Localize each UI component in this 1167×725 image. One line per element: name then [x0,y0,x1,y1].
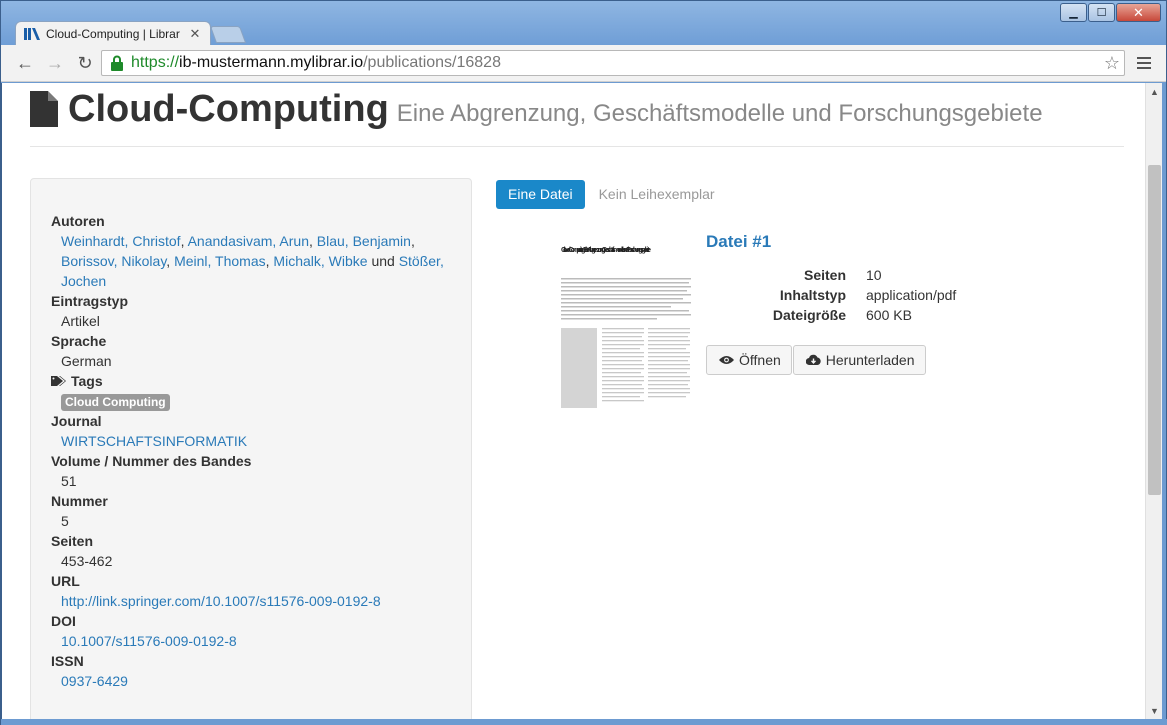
file-type-value: application/pdf [866,287,957,303]
details-panel: Autoren Weinhardt, Christof, Anandasivam… [30,178,472,719]
forward-arrow-icon[interactable]: → [43,52,67,74]
tag-badge[interactable]: Cloud Computing [61,394,170,411]
url-scheme: https:// [131,54,180,71]
librar-favicon-icon [24,27,40,41]
authors-label: Autoren [51,213,105,229]
url-link[interactable]: http://link.springer.com/10.1007/s11576-… [61,593,381,609]
lock-icon [111,55,123,71]
tags-label: Tags [71,373,103,389]
close-window-button[interactable]: ✕ [1116,3,1161,22]
number-value: 5 [61,513,69,529]
author-link[interactable]: Blau, Benjamin [317,233,411,249]
browser-menu-icon[interactable] [1134,53,1154,73]
pages-value: 453-462 [61,553,113,569]
browser-tab[interactable]: Cloud-Computing | Librar ✕ [15,21,211,46]
tab-files[interactable]: Eine Datei [496,180,585,209]
document-thumbnail[interactable]: Cloud-Computing – Eine Abgrenzung, Gesch… [558,238,698,428]
url-path: /publications/16828 [363,54,501,71]
scrollbar-thumb[interactable] [1148,165,1161,495]
url-value: http://link.springer.com/10.1007/s11576-… [51,591,451,611]
volume-value: 51 [61,473,77,489]
issn-label: ISSN [51,653,84,669]
tab-title: Cloud-Computing | Librar [46,27,180,41]
tab-close-icon[interactable]: ✕ [188,26,202,42]
author-link[interactable]: Borissov, Nikolay [61,253,166,269]
author-link[interactable]: Anandasivam, Arun [188,233,309,249]
browser-window: Cloud-Computing | Librar ✕ ▁ ☐ ✕ ← → ↻ h… [0,0,1167,725]
eye-icon [719,356,734,364]
open-label: Öffnen [739,352,781,368]
number-label: Nummer [51,493,108,509]
window-bottom-frame [1,719,1167,725]
doi-label: DOI [51,613,76,629]
journal-label: Journal [51,413,102,429]
address-bar[interactable]: https://ib-mustermann.mylibrar.io/public… [101,50,1125,76]
file-icon [30,91,58,127]
journal-link[interactable]: WIRTSCHAFTSINFORMATIK [61,433,247,449]
doi-link[interactable]: 10.1007/s11576-009-0192-8 [61,633,237,649]
browser-toolbar: ← → ↻ https://ib-mustermann.mylibrar.io /… [1,45,1166,82]
file-pages-label: Seiten [803,267,846,283]
download-button[interactable]: Herunterladen [792,345,926,375]
bookmark-star-icon[interactable]: ☆ [1104,53,1120,74]
vertical-scrollbar[interactable]: ▲ ▼ [1145,83,1162,719]
tags-icon [51,376,66,386]
scroll-up-icon[interactable]: ▲ [1146,83,1163,100]
maximize-button[interactable]: ☐ [1088,3,1115,22]
language-value: German [61,353,112,369]
thumbnail-title: Cloud-Computing – Eine Abgrenzung, Gesch… [561,245,651,254]
author-link[interactable]: Weinhardt, Christof [61,233,181,249]
tags-value: Cloud Computing [51,391,451,411]
volume-label: Volume / Nummer des Bandes [51,453,252,469]
file-size-value: 600 KB [866,307,912,323]
page-header: Cloud-Computing Eine Abgrenzung, Geschäft… [30,87,1124,147]
file-pages-value: 10 [866,267,882,283]
file-actions: Öffnen Herunterladen [706,345,927,375]
reload-icon[interactable]: ↻ [73,52,97,74]
file-tabs: Eine Datei Kein Leihexemplar [496,180,727,209]
author-link[interactable]: Meinl, Thomas [174,253,266,269]
file-size-label: Dateigröße [772,307,846,323]
url-host: ib-mustermann.mylibrar.io [179,54,364,71]
tab-loan-copies[interactable]: Kein Leihexemplar [587,180,727,209]
author-link[interactable]: Michalk, Wibke [273,253,367,269]
page-subtitle: Eine Abgrenzung, Geschäftsmodelle und Fo… [396,100,1043,127]
file-type-label: Inhaltstyp [779,287,846,303]
issn-link[interactable]: 0937-6429 [61,673,128,689]
title-bar: Cloud-Computing | Librar ✕ ▁ ☐ ✕ [1,1,1166,46]
authors-list: Weinhardt, Christof, Anandasivam, Arun, … [61,233,444,289]
page-viewport: Cloud-Computing Eine Abgrenzung, Geschäft… [1,83,1145,719]
page-title: Cloud-Computing Eine Abgrenzung, Geschäft… [68,88,1043,130]
url-label: URL [51,573,80,589]
file-title[interactable]: Datei #1 [706,232,771,252]
download-label: Herunterladen [825,352,915,368]
type-value: Artikel [61,313,100,329]
authors-and: und [371,253,395,269]
issn-value: 0937-6429 [51,671,451,691]
journal-value: WIRTSCHAFTSINFORMATIK [51,431,451,451]
file-metadata: Seiten 10 Inhaltstyp application/pdf Datei… [706,265,1006,325]
language-label: Sprache [51,333,107,349]
minimize-button[interactable]: ▁ [1060,3,1087,22]
doi-value: 10.1007/s11576-009-0192-8 [51,631,451,651]
type-label: Eintragstyp [51,293,129,309]
scroll-down-icon[interactable]: ▼ [1146,702,1163,719]
pages-label: Seiten [51,533,94,549]
back-arrow-icon[interactable]: ← [13,52,37,74]
open-button[interactable]: Öffnen [706,345,792,375]
tags-heading: Tags [51,371,451,391]
new-tab-button[interactable] [209,26,247,43]
cloud-download-icon [805,354,821,366]
